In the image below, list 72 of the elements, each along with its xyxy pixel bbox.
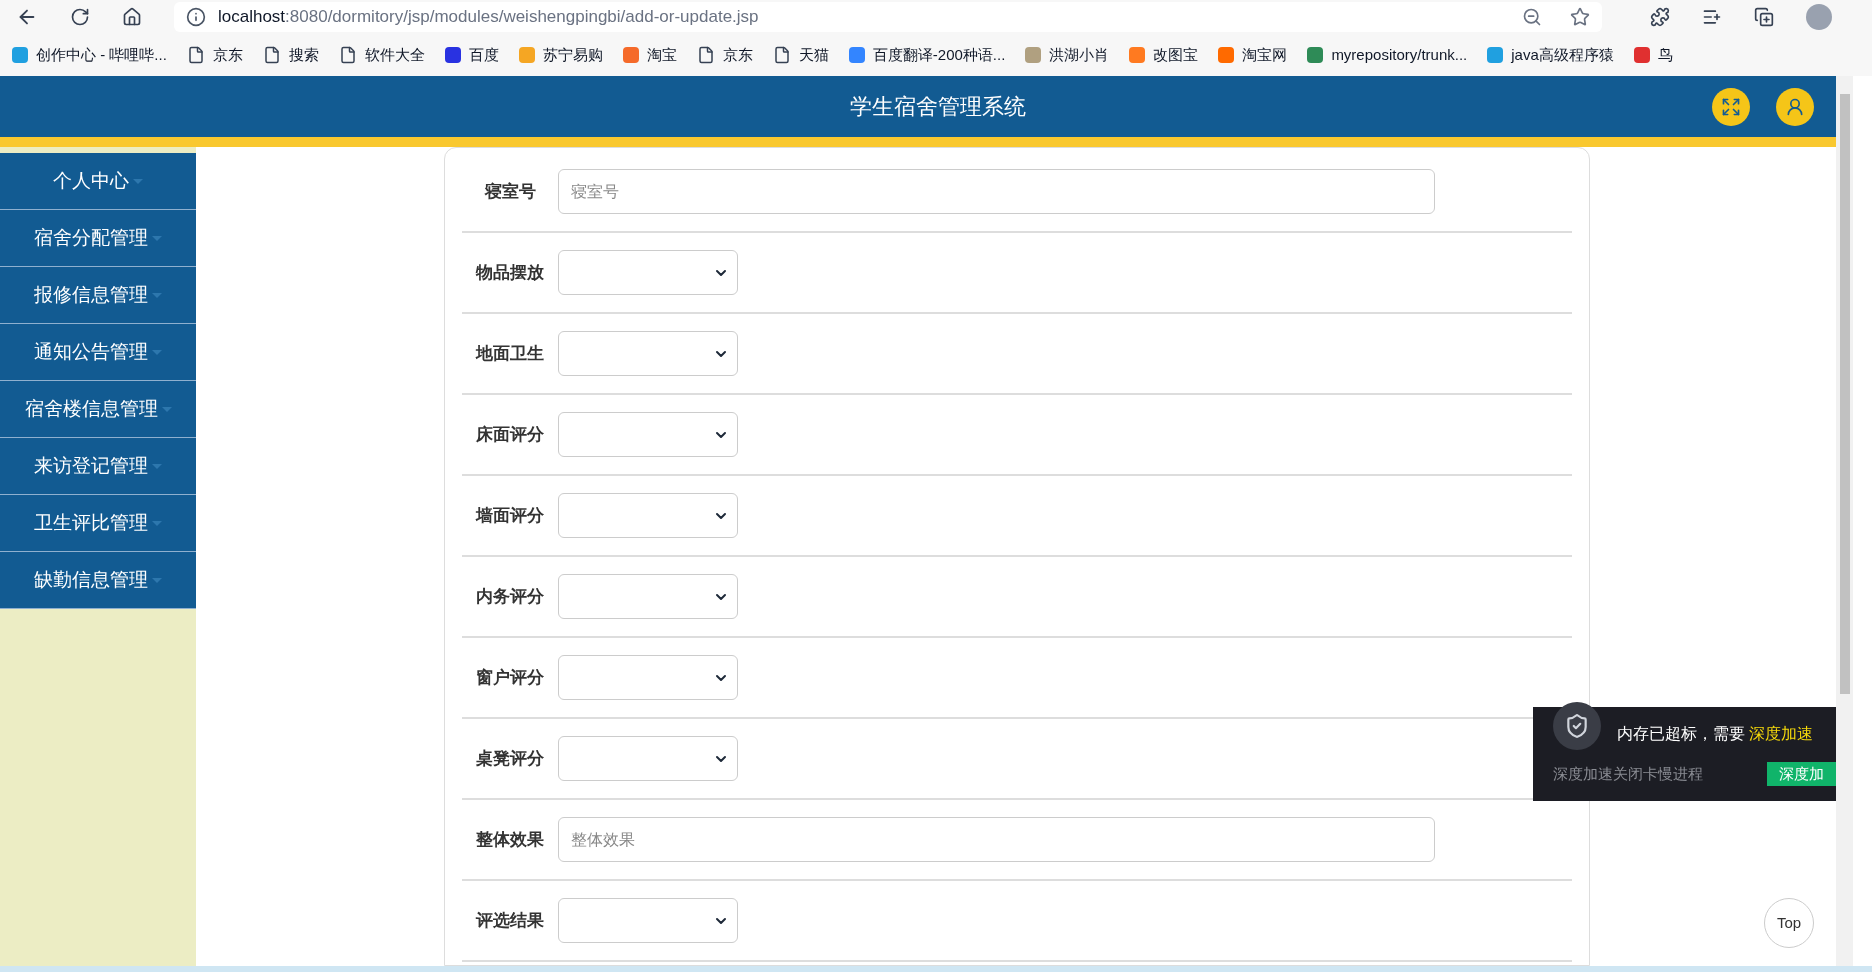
url-text: localhost:8080/dormitory/jsp/modules/weishengpingbi/add-or-update.jsp	[218, 6, 760, 29]
field-label: 整体效果	[475, 828, 545, 851]
select-field[interactable]	[558, 736, 738, 781]
info-icon[interactable]	[186, 7, 206, 27]
bookmark-link[interactable]: myrepository/trunk...	[1331, 43, 1468, 67]
select-field[interactable]	[558, 331, 738, 376]
page-icon[interactable]	[338, 46, 357, 64]
user-button[interactable]	[1776, 88, 1814, 126]
site-icon[interactable]	[1633, 47, 1650, 63]
select-field[interactable]	[558, 412, 738, 457]
app-title: 学生宿舍管理系统	[849, 93, 1026, 121]
field-label: 寝室号	[483, 180, 537, 203]
site-icon[interactable]	[848, 47, 865, 63]
site-icon[interactable]	[1307, 47, 1324, 63]
page-icon[interactable]	[262, 46, 281, 64]
bookmark-link[interactable]: java高级程序猿	[1511, 43, 1614, 67]
sidebar-item[interactable]: 报修信息管理	[0, 267, 196, 324]
select-field[interactable]	[558, 898, 738, 943]
field-label: 床面评分	[475, 423, 545, 446]
sidebar-item[interactable]: 缺勤信息管理	[0, 552, 196, 609]
back-to-top-button[interactable]: Top	[1764, 898, 1814, 948]
bookmark-link[interactable]: 淘宝	[646, 43, 677, 67]
field-label: 内务评分	[475, 585, 545, 608]
page-icon[interactable]	[696, 46, 715, 64]
zoom-out-icon[interactable]	[1522, 7, 1542, 27]
field-label: 评选结果	[474, 909, 545, 932]
bookmark-link[interactable]: 搜索	[288, 43, 319, 67]
user-icon	[1785, 97, 1805, 117]
sidebar-item[interactable]: 宿舍分配管理	[0, 210, 196, 267]
site-icon[interactable]	[444, 47, 461, 63]
field-label: 桌凳评分	[475, 747, 545, 770]
sidebar-item[interactable]: 来访登记管理	[0, 438, 196, 495]
bookmark-link[interactable]: 鸟	[1657, 43, 1673, 67]
field-label: 窗户评分	[475, 666, 545, 689]
address-bar[interactable]: localhost:8080/dormitory/jsp/modules/weishengpingbi/add-or-update.jsp	[174, 2, 1602, 32]
expand-icon	[1721, 97, 1741, 117]
bookmark-link[interactable]: 创作中心 - 哔哩哔...	[36, 43, 167, 67]
sidebar-item[interactable]: 个人中心	[0, 153, 196, 210]
favorites-icon[interactable]	[1702, 7, 1722, 27]
bookmark-link[interactable]: 京东	[722, 43, 753, 67]
bookmark-link[interactable]: 天猫	[798, 43, 829, 67]
page-icon[interactable]	[772, 46, 791, 64]
text-input[interactable]: 整体效果	[558, 817, 1435, 862]
field-label: 地面卫生	[474, 342, 545, 365]
home-icon[interactable]	[122, 7, 142, 27]
bookmark-link[interactable]: 软件大全	[364, 43, 425, 67]
sidebar-item[interactable]: 通知公告管理	[0, 324, 196, 381]
bookmark-link[interactable]: 洪湖小肖	[1049, 43, 1110, 67]
text-input[interactable]: 寝室号	[558, 169, 1435, 214]
bookmark-link[interactable]: 淘宝网	[1242, 43, 1288, 67]
toast-message: 内存已超标，需要 深度加速	[1617, 724, 1814, 744]
select-field[interactable]	[558, 250, 738, 295]
star-icon[interactable]	[1570, 7, 1590, 27]
select-field[interactable]	[558, 574, 738, 619]
bookmark-link[interactable]: 改图宝	[1153, 43, 1199, 67]
extensions-icon[interactable]	[1650, 7, 1670, 27]
fullscreen-button[interactable]	[1712, 88, 1750, 126]
field-label: 墙面评分	[474, 504, 545, 527]
field-label: 物品摆放	[474, 261, 545, 284]
select-field[interactable]	[558, 493, 738, 538]
bookmark-link[interactable]: 百度	[468, 43, 499, 67]
bookmark-link[interactable]: 京东	[212, 43, 243, 67]
bookmark-link[interactable]: 百度翻译-200种语...	[872, 43, 1006, 67]
toast-subtext: 深度加速关闭卡慢进程	[1553, 763, 1703, 784]
sidebar-item[interactable]: 卫生评比管理	[0, 495, 196, 552]
collections-icon[interactable]	[1754, 7, 1774, 27]
bookmark-link[interactable]: 苏宁易购	[542, 43, 603, 67]
reload-icon[interactable]	[70, 7, 90, 27]
page-icon[interactable]	[186, 46, 205, 64]
select-field[interactable]	[558, 655, 738, 700]
sidebar-item[interactable]: 宿舍楼信息管理	[0, 381, 196, 438]
profile-avatar[interactable]	[1806, 4, 1832, 30]
